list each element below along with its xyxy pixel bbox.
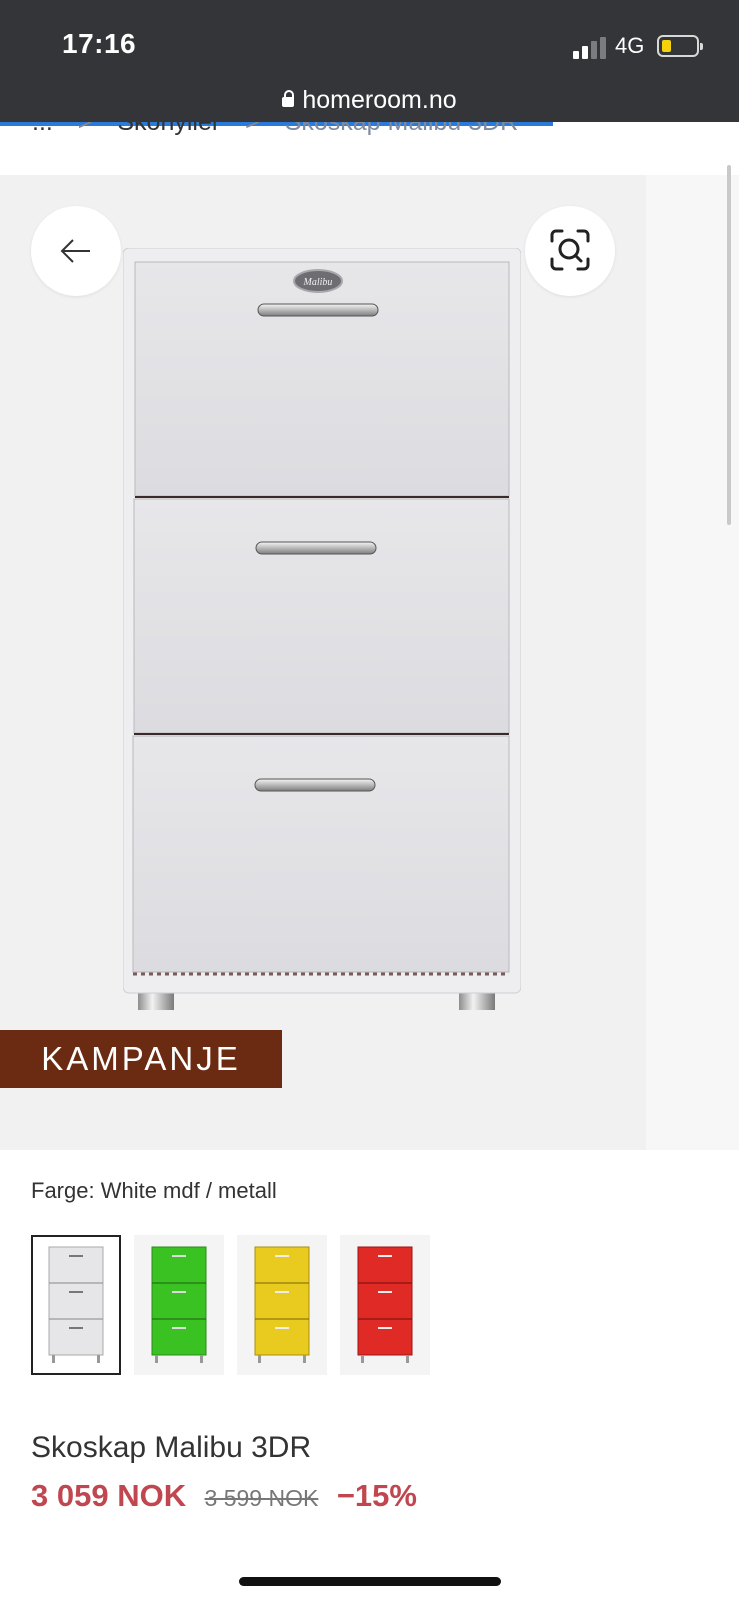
swatch-yellow-thumbnail (254, 1246, 310, 1363)
swatch-green-thumbnail (151, 1246, 207, 1363)
battery-icon (657, 35, 703, 57)
url-text: homeroom.no (302, 86, 457, 114)
url-bar[interactable]: homeroom.no (0, 86, 739, 115)
swatch-white[interactable] (31, 1235, 121, 1375)
browser-top-bar: 17:16 4G homeroom.no (0, 0, 739, 122)
swatch-yellow[interactable] (237, 1235, 327, 1375)
signal-icon (573, 37, 607, 59)
swatch-red-thumbnail (357, 1246, 413, 1363)
sale-price: 3 059 NOK (31, 1478, 187, 1513)
zoom-button[interactable] (525, 206, 615, 296)
lock-icon (282, 90, 295, 107)
shoe-cabinet-image: Malibu (123, 248, 521, 1010)
breadcrumb-ellipsis[interactable]: ... (32, 122, 53, 136)
status-time: 17:16 (62, 28, 137, 59)
price-row: 3 059 NOK 3 599 NOK −15% (31, 1478, 417, 1514)
swatch-white-thumbnail (48, 1246, 104, 1363)
breadcrumb: ... > Skohyller > Skoskap Malibu 3DR (32, 122, 536, 138)
discount-badge: −15% (336, 1478, 417, 1513)
breadcrumb-item-skohyller[interactable]: Skohyller (117, 122, 220, 136)
back-button[interactable] (31, 206, 121, 296)
network-type: 4G (615, 33, 645, 58)
arrow-left-icon (60, 239, 90, 263)
next-image-peek[interactable] (646, 175, 739, 1150)
breadcrumb-item-current: Skoskap Malibu 3DR (284, 122, 519, 136)
home-indicator[interactable] (239, 1577, 501, 1586)
swatch-red[interactable] (340, 1235, 430, 1375)
breadcrumb-separator: > (77, 122, 93, 136)
breadcrumb-separator: > (245, 122, 260, 136)
color-label: Farge: White mdf / metall (31, 1178, 277, 1203)
product-title: Skoskap Malibu 3DR (31, 1431, 312, 1464)
scrollbar[interactable] (727, 165, 731, 525)
zoom-search-icon (550, 229, 590, 271)
campaign-badge: KAMPANJE (0, 1030, 282, 1088)
original-price: 3 599 NOK (204, 1485, 319, 1511)
swatch-green[interactable] (134, 1235, 224, 1375)
malibu-logo-text: Malibu (303, 277, 333, 288)
